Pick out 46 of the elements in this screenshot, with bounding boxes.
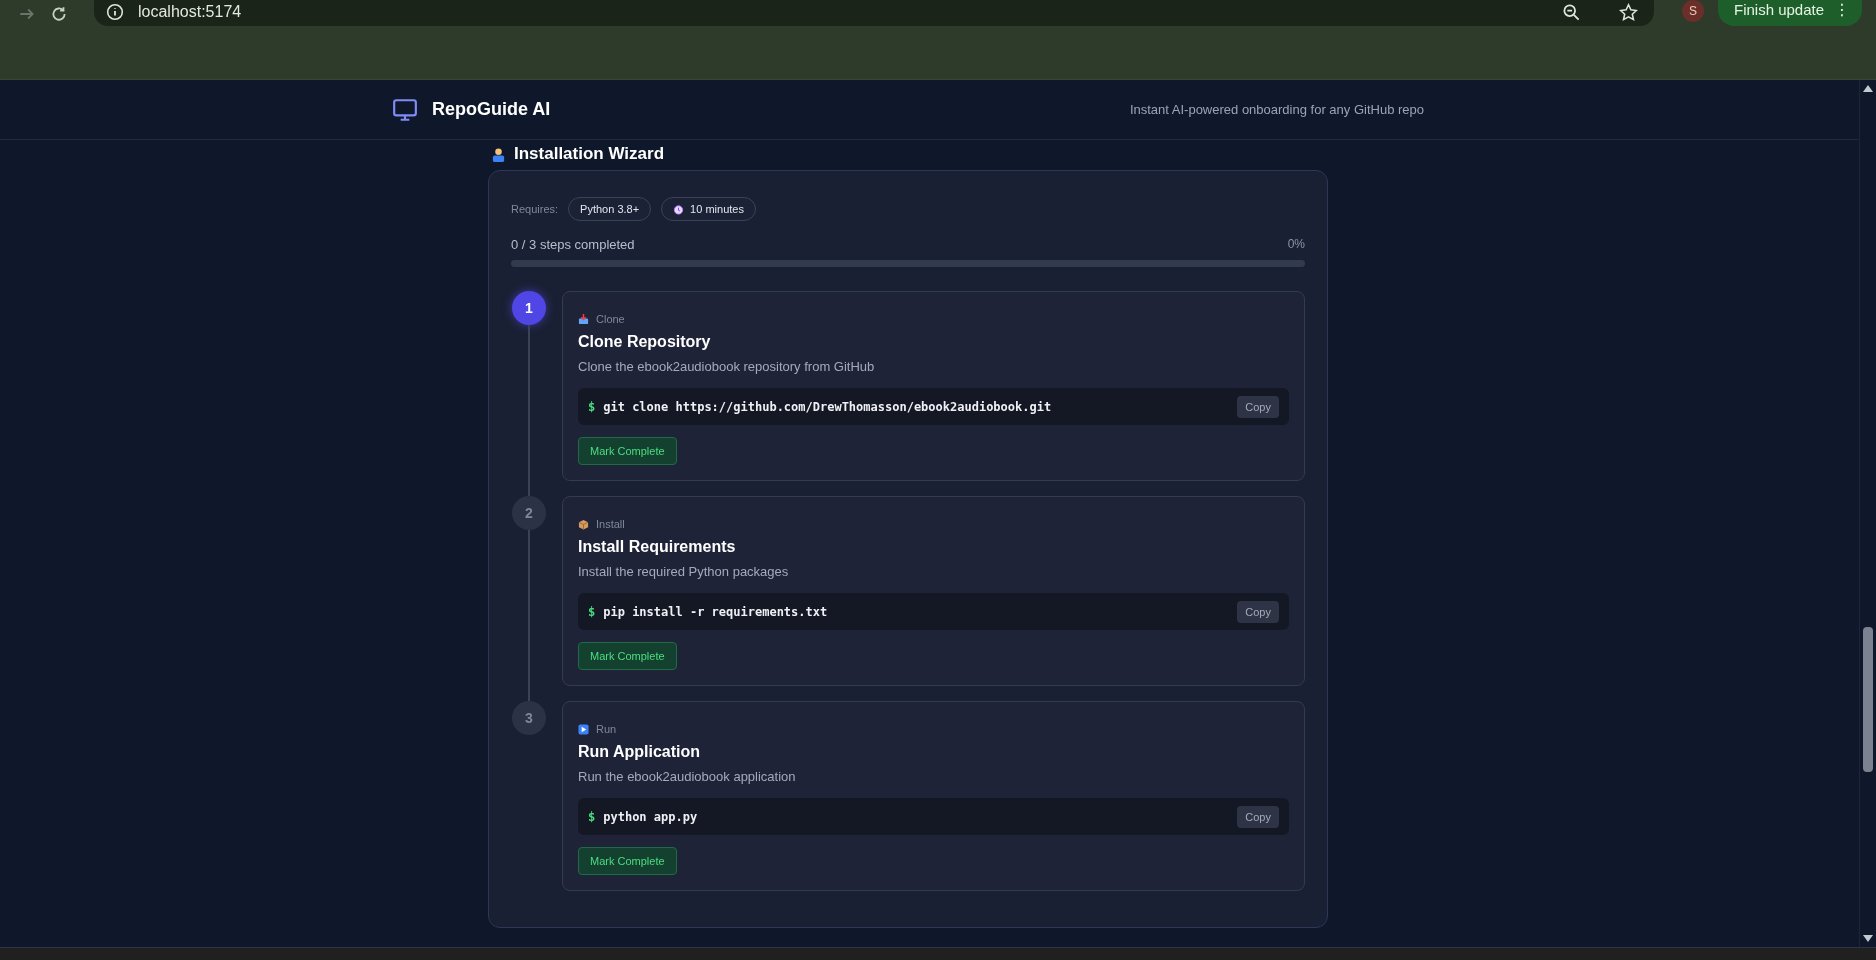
info-icon[interactable] <box>106 3 124 21</box>
prompt-symbol: $ <box>588 809 596 824</box>
command-text: git clone https://github.com/DrewThomasson/ebook2audiobook.git <box>603 399 1052 414</box>
address-bar[interactable]: localhost:5174 <box>94 0 1654 26</box>
step-title: Install Requirements <box>578 538 737 556</box>
copy-button[interactable]: Copy <box>1237 395 1279 418</box>
step-category: Install <box>596 518 625 530</box>
mark-complete-button[interactable]: Mark Complete <box>578 847 677 875</box>
package-icon <box>578 518 589 530</box>
step-number: 3 <box>512 701 546 735</box>
step-number: 2 <box>512 496 546 530</box>
monitor-icon <box>392 96 418 123</box>
mark-complete-button[interactable]: Mark Complete <box>578 437 677 465</box>
progress-text: 0 / 3 steps completed <box>511 237 635 252</box>
profile-avatar[interactable]: S <box>1682 0 1704 22</box>
step-title: Run Application <box>578 743 702 761</box>
step-description: Run the ebook2audiobook application <box>578 769 797 784</box>
copy-button[interactable]: Copy <box>1237 805 1279 828</box>
command-text: pip install -r requirements.txt <box>603 604 828 619</box>
star-icon[interactable] <box>1619 2 1638 22</box>
url-text: localhost:5174 <box>138 3 242 21</box>
command-text: python app.py <box>603 809 698 824</box>
step-description: Clone the ebook2audiobook repository from GitHub <box>578 359 876 374</box>
section-title: Installation Wizard <box>514 144 665 164</box>
play-icon <box>578 723 589 735</box>
update-button[interactable]: Finish update ⋮ <box>1718 0 1863 26</box>
copy-button[interactable]: Copy <box>1237 600 1279 623</box>
inbox-icon <box>578 313 589 325</box>
prompt-symbol: $ <box>588 604 596 619</box>
person-icon <box>491 146 506 162</box>
app-name: RepoGuide AI <box>432 99 551 120</box>
requirement-chip: Python 3.8+ <box>568 197 652 221</box>
zoom-icon[interactable] <box>1562 2 1581 22</box>
requirement-chip: 10 minutes <box>661 197 756 221</box>
step-title: Clone Repository <box>578 333 712 351</box>
step-category: Run <box>596 723 617 735</box>
requires-label: Requires: <box>511 203 559 215</box>
step-number: 1 <box>512 291 546 325</box>
mark-complete-button[interactable]: Mark Complete <box>578 642 677 670</box>
prompt-symbol: $ <box>588 399 596 414</box>
step-description: Install the required Python packages <box>578 564 790 579</box>
progress-percent: 0% <box>1287 237 1305 252</box>
step-category: Clone <box>596 313 625 325</box>
reload-icon[interactable] <box>50 5 68 23</box>
tagline: Instant AI-powered onboarding for any GitHub repo <box>1129 102 1424 117</box>
alarm-clock-icon <box>673 203 685 215</box>
